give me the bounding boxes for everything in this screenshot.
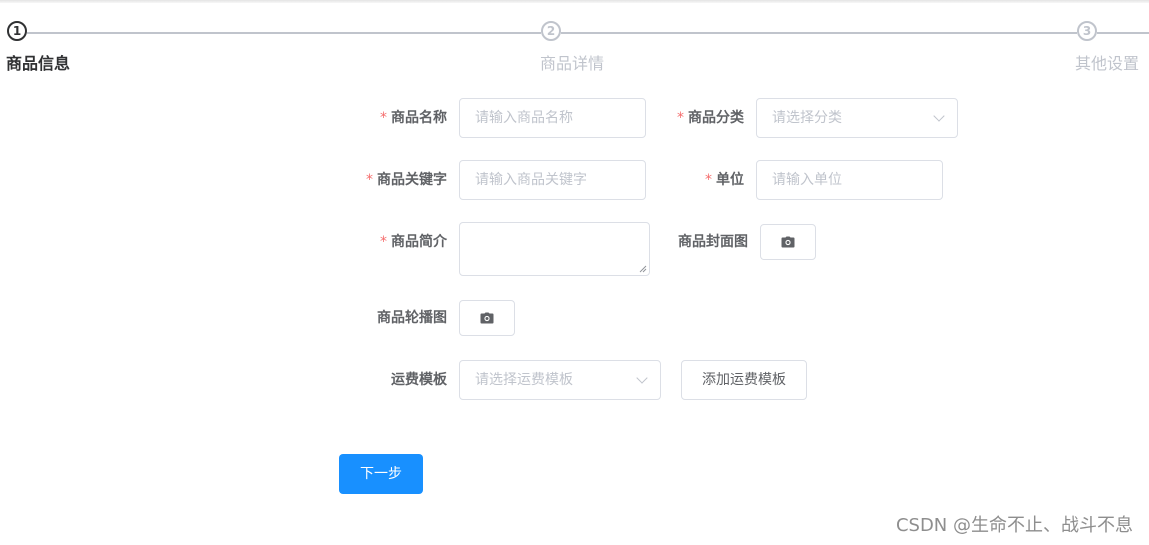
step-3-title: 其他设置 [1075, 54, 1140, 73]
chevron-down-icon [636, 372, 648, 384]
required-mark: * [677, 110, 684, 126]
unit-label: * 单位 [705, 172, 744, 188]
shipping-template-placeholder: 请选择运费模板 [475, 372, 573, 388]
step-1-title: 商品信息 [6, 54, 71, 73]
top-shadow [0, 0, 1149, 3]
watermark: CSDN @生命不止、战斗不息 [895, 515, 1133, 536]
product-intro-label: * 商品简介 [380, 234, 447, 250]
cover-image-upload[interactable] [760, 224, 816, 260]
unit-placeholder: 请输入单位 [772, 172, 842, 188]
step-2-title: 商品详情 [540, 54, 605, 73]
unit-input[interactable]: 请输入单位 [756, 160, 943, 200]
chevron-down-icon [933, 110, 945, 122]
required-mark: * [380, 110, 387, 126]
camera-icon [480, 312, 494, 324]
product-name-input[interactable]: 请输入商品名称 [459, 98, 646, 138]
step-1-icon: 1 [7, 21, 27, 41]
step-3-icon: 3 [1077, 21, 1097, 41]
camera-icon [781, 236, 795, 248]
step-2-icon: 2 [541, 21, 561, 41]
product-keywords-placeholder: 请输入商品关键字 [475, 172, 587, 188]
next-step-button[interactable]: 下一步 [339, 454, 423, 494]
product-keywords-input[interactable]: 请输入商品关键字 [459, 160, 646, 200]
product-category-label: * 商品分类 [677, 110, 744, 126]
shipping-template-label: 运费模板 [391, 372, 447, 388]
product-intro-textarea[interactable] [459, 222, 650, 276]
shipping-template-select[interactable]: 请选择运费模板 [459, 360, 661, 400]
resize-grip-icon[interactable] [639, 265, 647, 273]
carousel-image-label: 商品轮播图 [377, 310, 447, 326]
product-keywords-label: * 商品关键字 [366, 172, 447, 188]
step-line-1 [27, 32, 541, 34]
product-category-select[interactable]: 请选择分类 [756, 98, 958, 138]
step-line-2 [561, 32, 1077, 34]
required-mark: * [380, 234, 387, 250]
add-shipping-template-button[interactable]: 添加运费模板 [681, 360, 807, 400]
step-line-3 [1097, 32, 1149, 34]
required-mark: * [366, 172, 373, 188]
product-category-placeholder: 请选择分类 [772, 110, 842, 126]
carousel-image-upload[interactable] [459, 300, 515, 336]
cover-image-label: 商品封面图 [678, 234, 748, 250]
product-name-label: * 商品名称 [380, 110, 447, 126]
required-mark: * [705, 172, 712, 188]
product-name-placeholder: 请输入商品名称 [475, 110, 573, 126]
